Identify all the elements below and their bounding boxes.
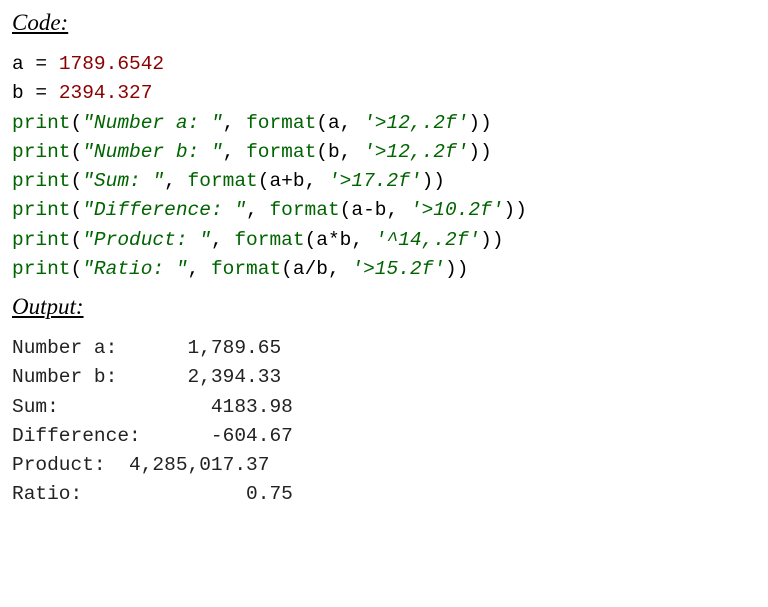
code-line-2: b = 2394.327: [12, 82, 152, 104]
code-line-6: print("Difference: ", format(a-b, '>10.2…: [12, 199, 527, 221]
section-heading-code: Code:: [12, 10, 756, 36]
code-line-5: print("Sum: ", format(a+b, '>17.2f')): [12, 170, 445, 192]
section-heading-output: Output:: [12, 294, 756, 320]
code-line-3: print("Number a: ", format(a, '>12,.2f')…: [12, 112, 492, 134]
output-line-2: Number b: 2,394.33: [12, 366, 281, 388]
code-line-4: print("Number b: ", format(b, '>12,.2f')…: [12, 141, 492, 163]
output-line-5: Product: 4,285,017.37: [12, 454, 269, 476]
output-line-4: Difference: -604.67: [12, 425, 293, 447]
code-line-7: print("Product: ", format(a*b, '^14,.2f'…: [12, 229, 504, 251]
output-block: Number a: 1,789.65 Number b: 2,394.33 Su…: [12, 334, 756, 510]
code-block: a = 1789.6542 b = 2394.327 print("Number…: [12, 50, 756, 284]
output-line-6: Ratio: 0.75: [12, 483, 293, 505]
output-line-3: Sum: 4183.98: [12, 396, 293, 418]
code-line-8: print("Ratio: ", format(a/b, '>15.2f')): [12, 258, 468, 280]
output-line-1: Number a: 1,789.65: [12, 337, 281, 359]
code-line-1: a = 1789.6542: [12, 53, 164, 75]
